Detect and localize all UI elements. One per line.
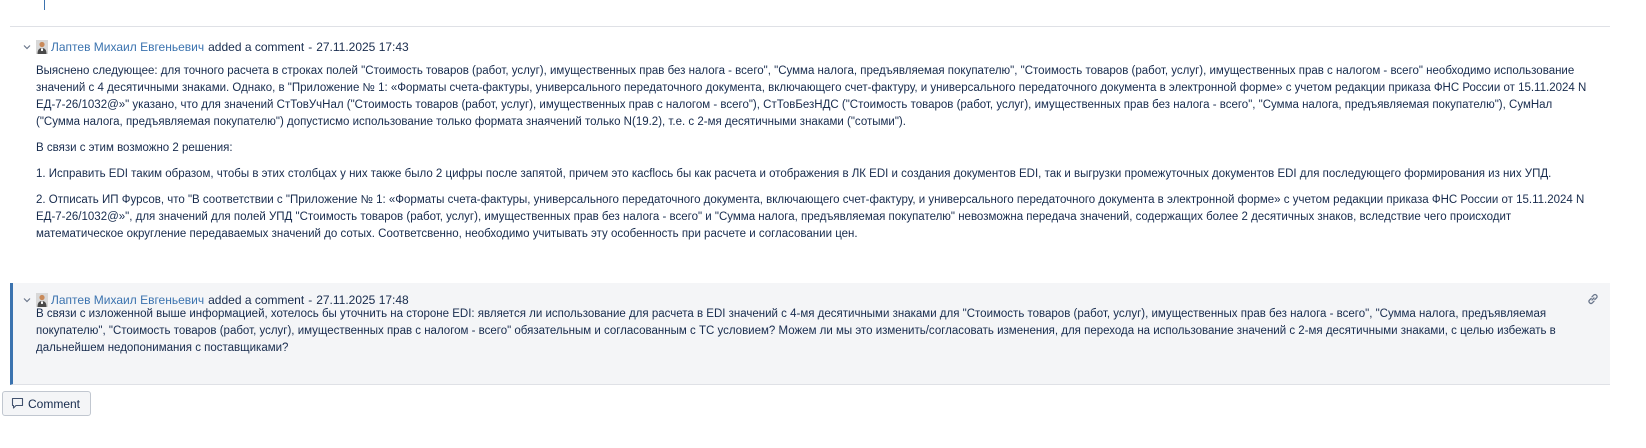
comment: Лаптев Михаил Евгеньевич added a comment… [10,30,1610,283]
separator: - [308,293,313,307]
comment-icon [11,397,24,410]
comment-paragraph: В связи с изложенной выше информацией, х… [36,308,1556,354]
text-cursor [44,0,45,10]
link-icon[interactable] [1586,292,1600,306]
user-avatar-icon [36,40,48,54]
comment-author-link[interactable]: Лаптев Михаил Евгеньевич [51,293,204,307]
comment-highlighted: Лаптев Михаил Евгеньевич added a comment… [10,283,1610,385]
separator: - [308,40,313,54]
comment-action-text: added a comment [208,40,305,54]
comment-paragraph: 1. Исправить EDI таким образом, чтобы в … [36,168,1552,180]
comment-paragraph: В связи с этим возможно 2 решения: [36,142,233,154]
comment-paragraph: Выяснено следующее: для точного расчета … [36,65,1587,128]
comment-author-link[interactable]: Лаптев Михаил Евгеньевич [51,40,204,54]
comment-paragraph: 2. Отписать ИП Фурсов, что "В соответств… [36,194,1585,240]
comment-header: Лаптев Михаил Евгеньевич added a comment… [22,39,409,55]
comment-date: 27.11.2025 17:48 [316,293,409,307]
chevron-down-icon[interactable] [22,292,32,308]
user-avatar-icon [36,293,48,307]
comment-action-text: added a comment [208,293,305,307]
add-comment-button[interactable]: Comment [2,391,92,416]
add-comment-button-label: Comment [28,396,81,411]
comment-body: В связи с изложенной выше информацией, х… [36,306,1588,366]
divider [10,26,1610,27]
chevron-down-icon[interactable] [22,39,32,55]
comment-body: Выяснено следующее: для точного расчета … [36,63,1588,252]
comment-date: 27.11.2025 17:43 [316,40,409,54]
